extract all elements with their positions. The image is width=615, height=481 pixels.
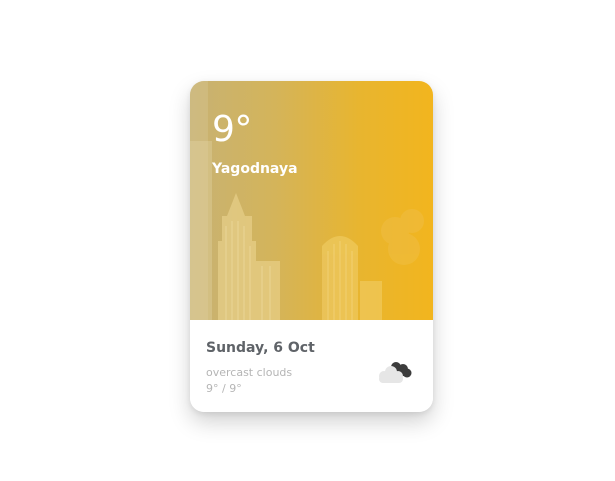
- temperature-range: 9° / 9°: [206, 382, 242, 395]
- weather-details: Sunday, 6 Oct overcast clouds 9° / 9°: [190, 320, 433, 412]
- current-temperature: 9°: [212, 109, 252, 150]
- weather-condition: overcast clouds: [206, 366, 293, 379]
- city-name: Yagodnaya: [212, 161, 298, 177]
- forecast-date: Sunday, 6 Oct: [206, 340, 315, 356]
- weather-hero: 9° Yagodnaya: [190, 81, 433, 320]
- overcast-clouds-icon: [379, 362, 412, 383]
- weather-card[interactable]: 9° Yagodnaya Sunday, 6 Oct overcast clou…: [190, 81, 433, 412]
- stage: 9° Yagodnaya Sunday, 6 Oct overcast clou…: [0, 0, 615, 481]
